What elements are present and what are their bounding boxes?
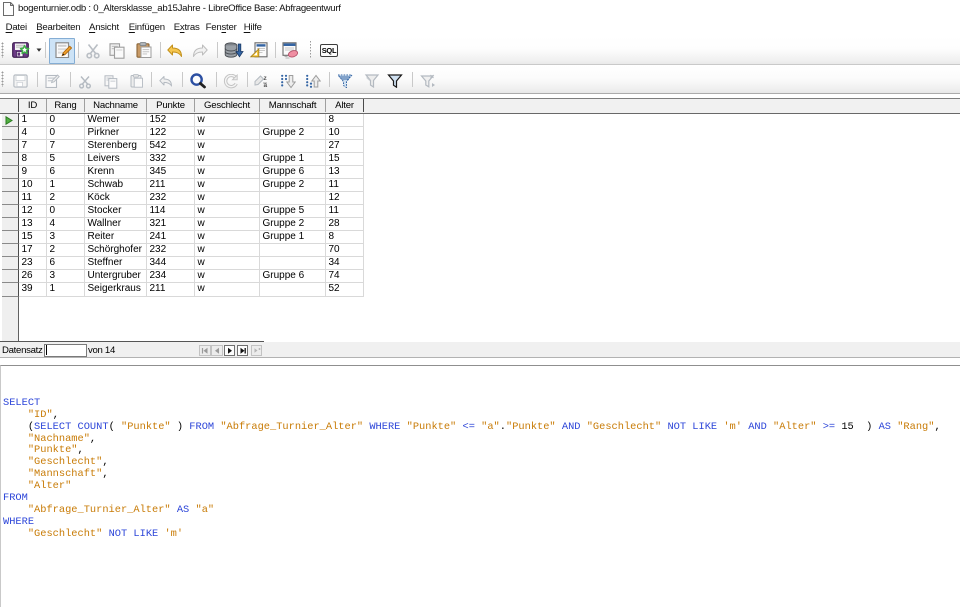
- svg-text:z: z: [264, 75, 268, 82]
